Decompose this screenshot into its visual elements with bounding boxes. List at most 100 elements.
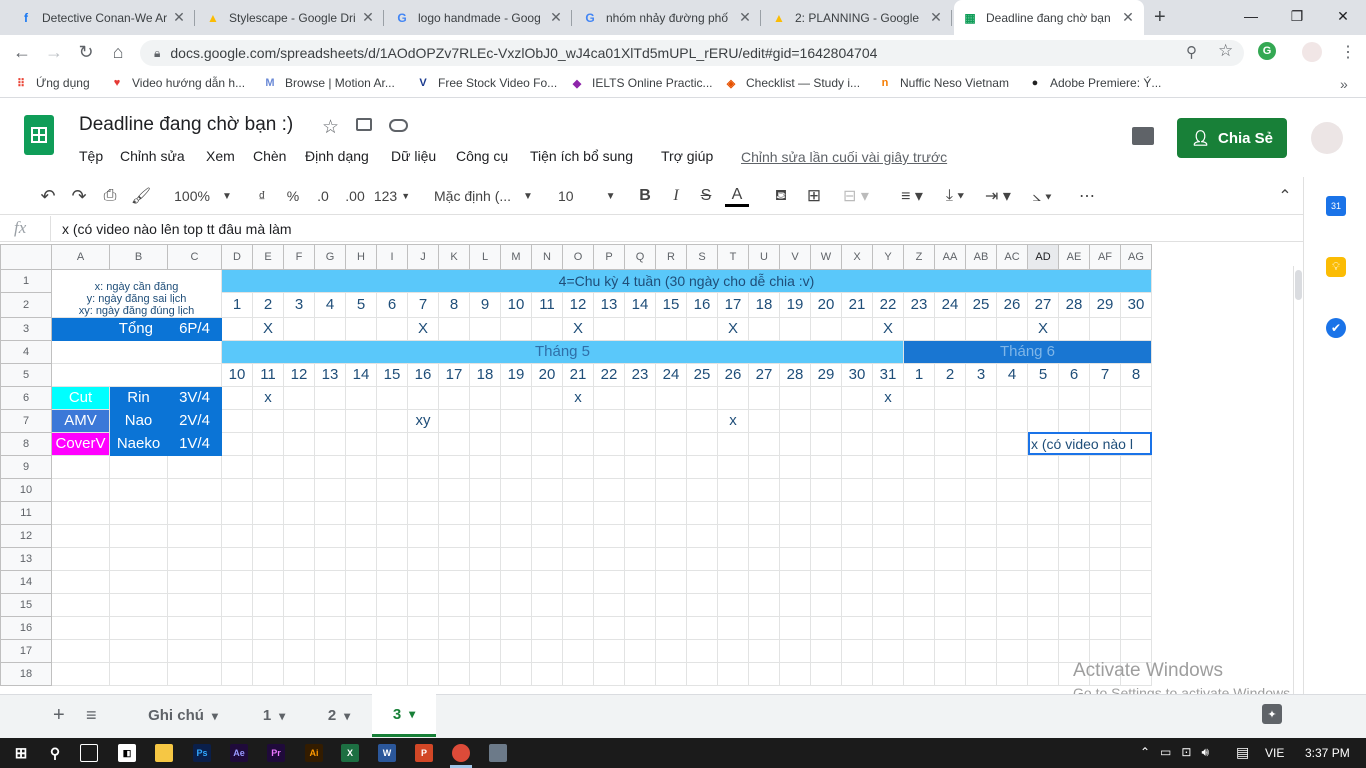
profile-avatar[interactable]: [1302, 42, 1322, 62]
cell[interactable]: [469, 638, 501, 663]
cell[interactable]: [109, 592, 168, 617]
cell[interactable]: [109, 523, 168, 548]
cell[interactable]: [314, 523, 346, 548]
cell[interactable]: [469, 500, 501, 525]
cell[interactable]: [996, 431, 1028, 456]
cell[interactable]: [872, 454, 904, 479]
cell[interactable]: [562, 431, 594, 456]
cycle-day-cell[interactable]: 4: [314, 292, 346, 318]
browser-tab[interactable]: Gnhóm nhảy đường phố ✕: [574, 0, 761, 35]
cell[interactable]: [314, 408, 346, 433]
cell[interactable]: [655, 569, 687, 594]
sheet-tab-menu-icon[interactable]: ▾: [279, 709, 285, 723]
sheet-tab-menu-icon[interactable]: ▾: [344, 709, 350, 723]
after-effects-icon[interactable]: Ae: [230, 744, 248, 762]
cell[interactable]: [167, 638, 222, 663]
cell[interactable]: [500, 454, 532, 479]
cell[interactable]: [469, 477, 501, 502]
all-sheets-icon[interactable]: ≡: [86, 694, 97, 737]
date-cell[interactable]: 30: [841, 362, 873, 387]
mark-cell[interactable]: X: [252, 316, 284, 341]
cell[interactable]: [872, 431, 904, 456]
cell[interactable]: [1027, 592, 1059, 617]
cell[interactable]: [686, 638, 718, 663]
cell[interactable]: [810, 638, 842, 663]
cell[interactable]: [500, 500, 532, 525]
cell[interactable]: [314, 638, 346, 663]
cell[interactable]: [109, 661, 168, 686]
cycle-day-cell[interactable]: 25: [965, 292, 997, 318]
cell[interactable]: [779, 500, 811, 525]
cell[interactable]: [221, 408, 253, 433]
cell[interactable]: [51, 638, 110, 663]
column-header[interactable]: AC: [996, 244, 1028, 270]
cell[interactable]: [593, 569, 625, 594]
column-header[interactable]: AB: [965, 244, 997, 270]
column-header[interactable]: K: [438, 244, 470, 270]
cell[interactable]: [996, 546, 1028, 571]
collapse-menu-icon[interactable]: ⌃: [1274, 185, 1296, 207]
font-select[interactable]: Mặc định (... ▼: [434, 185, 534, 207]
bookmark-item[interactable]: ◆ IELTS Online Practic...: [570, 76, 713, 90]
cell[interactable]: [500, 431, 532, 456]
cell[interactable]: [903, 477, 935, 502]
cell[interactable]: [438, 615, 470, 640]
date-cell[interactable]: 2: [934, 362, 966, 387]
cell[interactable]: [810, 569, 842, 594]
date-cell[interactable]: 7: [1089, 362, 1121, 387]
align-vertical-icon[interactable]: ⤓ ▾: [938, 185, 972, 207]
date-cell[interactable]: 26: [717, 362, 749, 387]
cell[interactable]: [221, 569, 253, 594]
cell[interactable]: [407, 569, 439, 594]
cell[interactable]: [531, 569, 563, 594]
cell[interactable]: [903, 615, 935, 640]
cell[interactable]: [1120, 385, 1152, 410]
cell[interactable]: [965, 316, 997, 341]
menu-item[interactable]: Tiện ích bổ sung: [530, 148, 633, 164]
cycle-day-cell[interactable]: 6: [376, 292, 408, 318]
cell[interactable]: [469, 615, 501, 640]
cell[interactable]: [562, 546, 594, 571]
cell[interactable]: [438, 454, 470, 479]
cell[interactable]: [438, 316, 470, 341]
cell[interactable]: [1058, 569, 1090, 594]
cell[interactable]: [531, 408, 563, 433]
cell[interactable]: [748, 500, 780, 525]
category-name-cell[interactable]: Naeko: [109, 431, 168, 456]
cell[interactable]: [903, 546, 935, 571]
cell[interactable]: [903, 385, 935, 410]
cell[interactable]: [748, 477, 780, 502]
formula-input[interactable]: x (có video nào lên top tt đâu mà làm: [62, 221, 292, 237]
cell[interactable]: [779, 615, 811, 640]
cell[interactable]: [407, 500, 439, 525]
browser-tab[interactable]: Glogo handmade - Goog ✕: [386, 0, 572, 35]
cell-table[interactable]: A B C D E F G H I J K L M N O P Q R S T U V W X Y Z AA AB AC AD AE AF AG…: [0, 244, 1152, 686]
cell[interactable]: [376, 615, 408, 640]
forward-icon[interactable]: →: [43, 41, 65, 63]
column-header[interactable]: D: [221, 244, 253, 270]
cell[interactable]: [500, 408, 532, 433]
cell[interactable]: [1089, 638, 1121, 663]
cell[interactable]: [624, 408, 656, 433]
selected-cell[interactable]: x (có video nào l: [1027, 431, 1152, 456]
cell[interactable]: [531, 316, 563, 341]
cell[interactable]: [593, 523, 625, 548]
cell[interactable]: [1027, 500, 1059, 525]
column-header[interactable]: N: [531, 244, 563, 270]
cell[interactable]: [903, 638, 935, 663]
cell[interactable]: [779, 661, 811, 686]
cell[interactable]: [167, 569, 222, 594]
cell[interactable]: [841, 523, 873, 548]
cell[interactable]: [655, 615, 687, 640]
chrome-icon[interactable]: [452, 744, 470, 762]
cell[interactable]: [314, 454, 346, 479]
cycle-day-cell[interactable]: 24: [934, 292, 966, 318]
cell[interactable]: [748, 638, 780, 663]
cell[interactable]: [314, 661, 346, 686]
cycle-day-cell[interactable]: 30: [1120, 292, 1152, 318]
date-cell[interactable]: 20: [531, 362, 563, 387]
cell[interactable]: [500, 592, 532, 617]
menu-item[interactable]: Xem: [206, 148, 235, 164]
print-icon[interactable]: ⎙: [99, 185, 121, 207]
cell[interactable]: [221, 546, 253, 571]
